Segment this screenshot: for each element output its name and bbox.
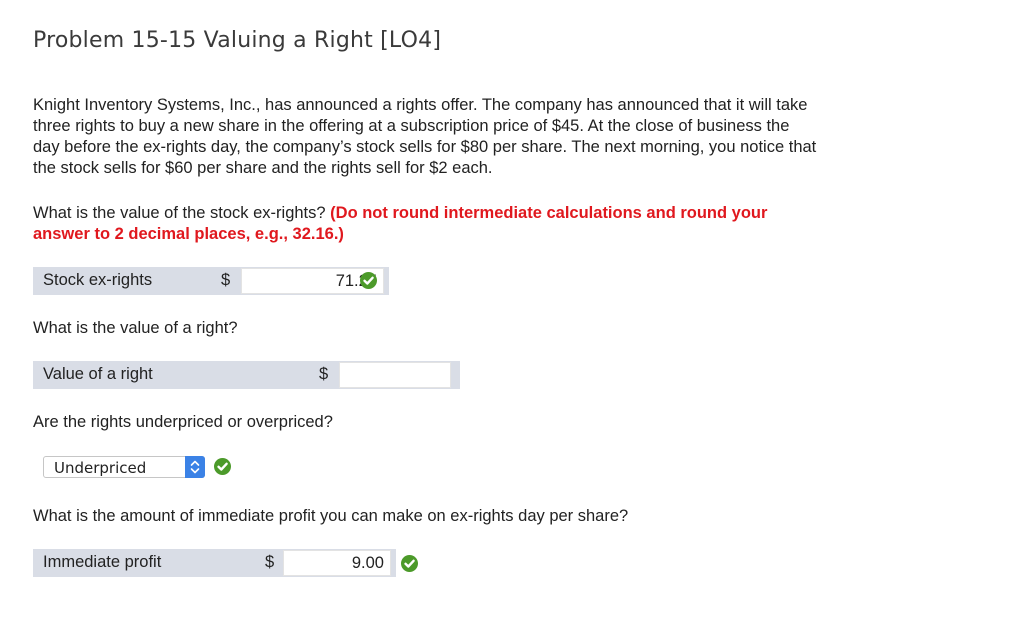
currency-symbol: $: [265, 553, 275, 571]
question-1-line: What is the value of the stock ex-rights…: [33, 203, 767, 224]
select-value: Underpriced: [54, 459, 147, 477]
problem-line: the stock sells for $60 per share and th…: [33, 159, 493, 177]
question-3-text: Are the rights underpriced or overpriced…: [33, 413, 333, 431]
chevron-updown-icon[interactable]: [185, 456, 205, 478]
rights-pricing-select[interactable]: Underpriced: [43, 456, 205, 478]
page-title: Problem 15-15 Valuing a Right [LO4]: [33, 28, 442, 53]
question-1-instruction-cont: answer to 2 decimal places, e.g., 32.16.…: [33, 225, 344, 243]
currency-symbol: $: [319, 365, 329, 383]
immediate-profit-input[interactable]: 9.00: [283, 550, 391, 576]
currency-symbol: $: [221, 271, 231, 289]
question-1-instruction: (Do not round intermediate calculations …: [330, 204, 768, 222]
problem-line: Knight Inventory Systems, Inc., has anno…: [33, 96, 808, 114]
answer-row-value-of-right: Value of a right $: [33, 361, 460, 389]
problem-line: day before the ex-rights day, the compan…: [33, 138, 817, 156]
question-4-text: What is the amount of immediate profit y…: [33, 507, 629, 525]
check-circle-icon: [401, 555, 418, 572]
question-1-text: What is the value of the stock ex-rights…: [33, 204, 326, 222]
answer-label: Immediate profit: [43, 553, 162, 571]
question-1: What is the value of the stock ex-rights…: [33, 203, 767, 245]
check-circle-icon: [214, 458, 231, 475]
value-of-right-input[interactable]: [339, 362, 451, 388]
problem-text: Knight Inventory Systems, Inc., has anno…: [33, 95, 933, 179]
problem-line: three rights to buy a new share in the o…: [33, 117, 790, 135]
question-2-text: What is the value of a right?: [33, 319, 238, 337]
check-circle-icon: [360, 272, 377, 289]
answer-label: Value of a right: [43, 365, 153, 383]
answer-row-stock-ex-rights: Stock ex-rights $ 71.25: [33, 267, 389, 295]
answer-row-immediate-profit: Immediate profit $ 9.00: [33, 549, 396, 577]
answer-label: Stock ex-rights: [43, 271, 153, 289]
